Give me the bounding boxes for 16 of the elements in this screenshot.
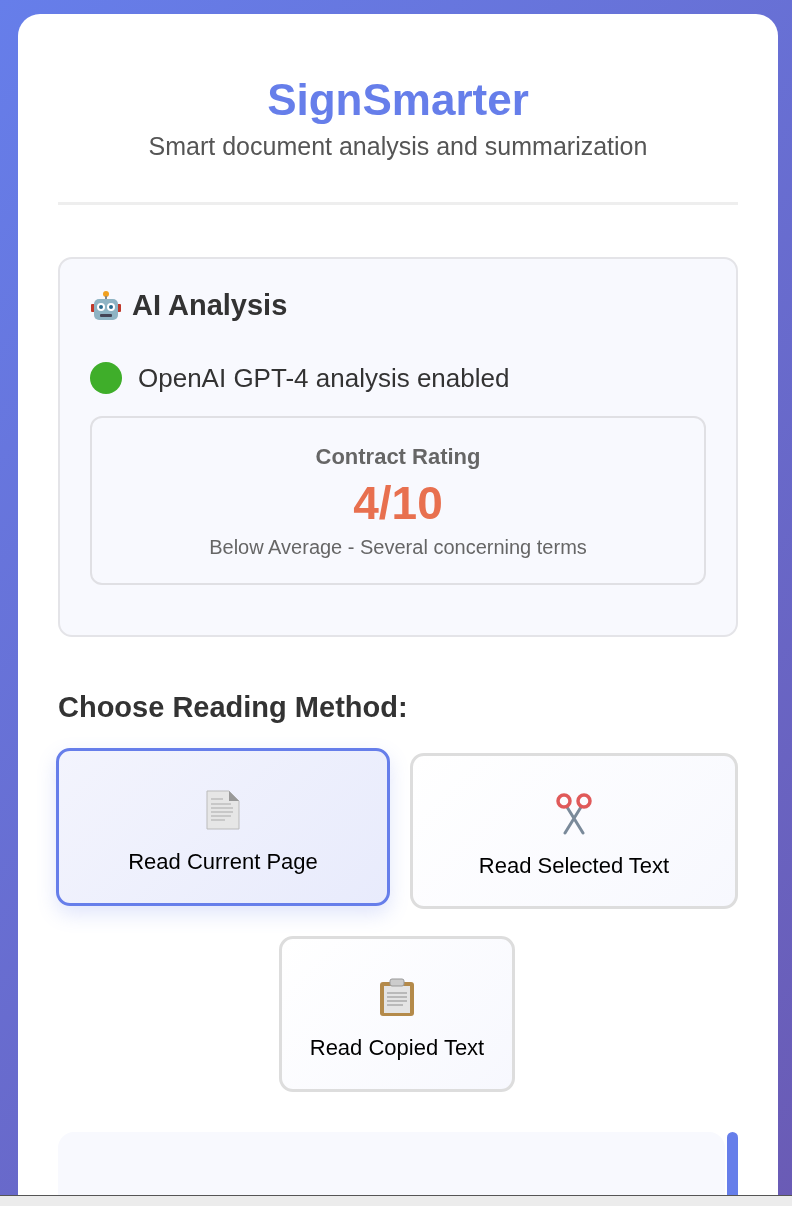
robot-icon	[90, 289, 122, 322]
app-title: SignSmarter	[267, 74, 529, 126]
status-text: OpenAI GPT-4 analysis enabled	[138, 362, 510, 394]
rating-value: 4/10	[353, 476, 443, 530]
clipboard-icon	[379, 977, 415, 1017]
scissors-icon	[555, 793, 593, 835]
reading-method-button[interactable]: Read Current Page	[56, 748, 390, 906]
app-subtitle: Smart document analysis and summarization	[148, 131, 648, 162]
section-heading: Choose Reading Method:	[58, 691, 409, 724]
reading-method-button[interactable]: Read Selected Text	[410, 753, 738, 909]
rating-description: Below Average - Several concerning terms	[209, 536, 587, 559]
scrollbar-thumb[interactable]	[727, 1132, 738, 1195]
reading-method-button[interactable]: Read Copied Text	[279, 936, 515, 1092]
document-icon	[205, 789, 241, 831]
rating-label: Contract Rating	[315, 444, 481, 470]
section-heading: AI Analysis	[132, 289, 288, 322]
